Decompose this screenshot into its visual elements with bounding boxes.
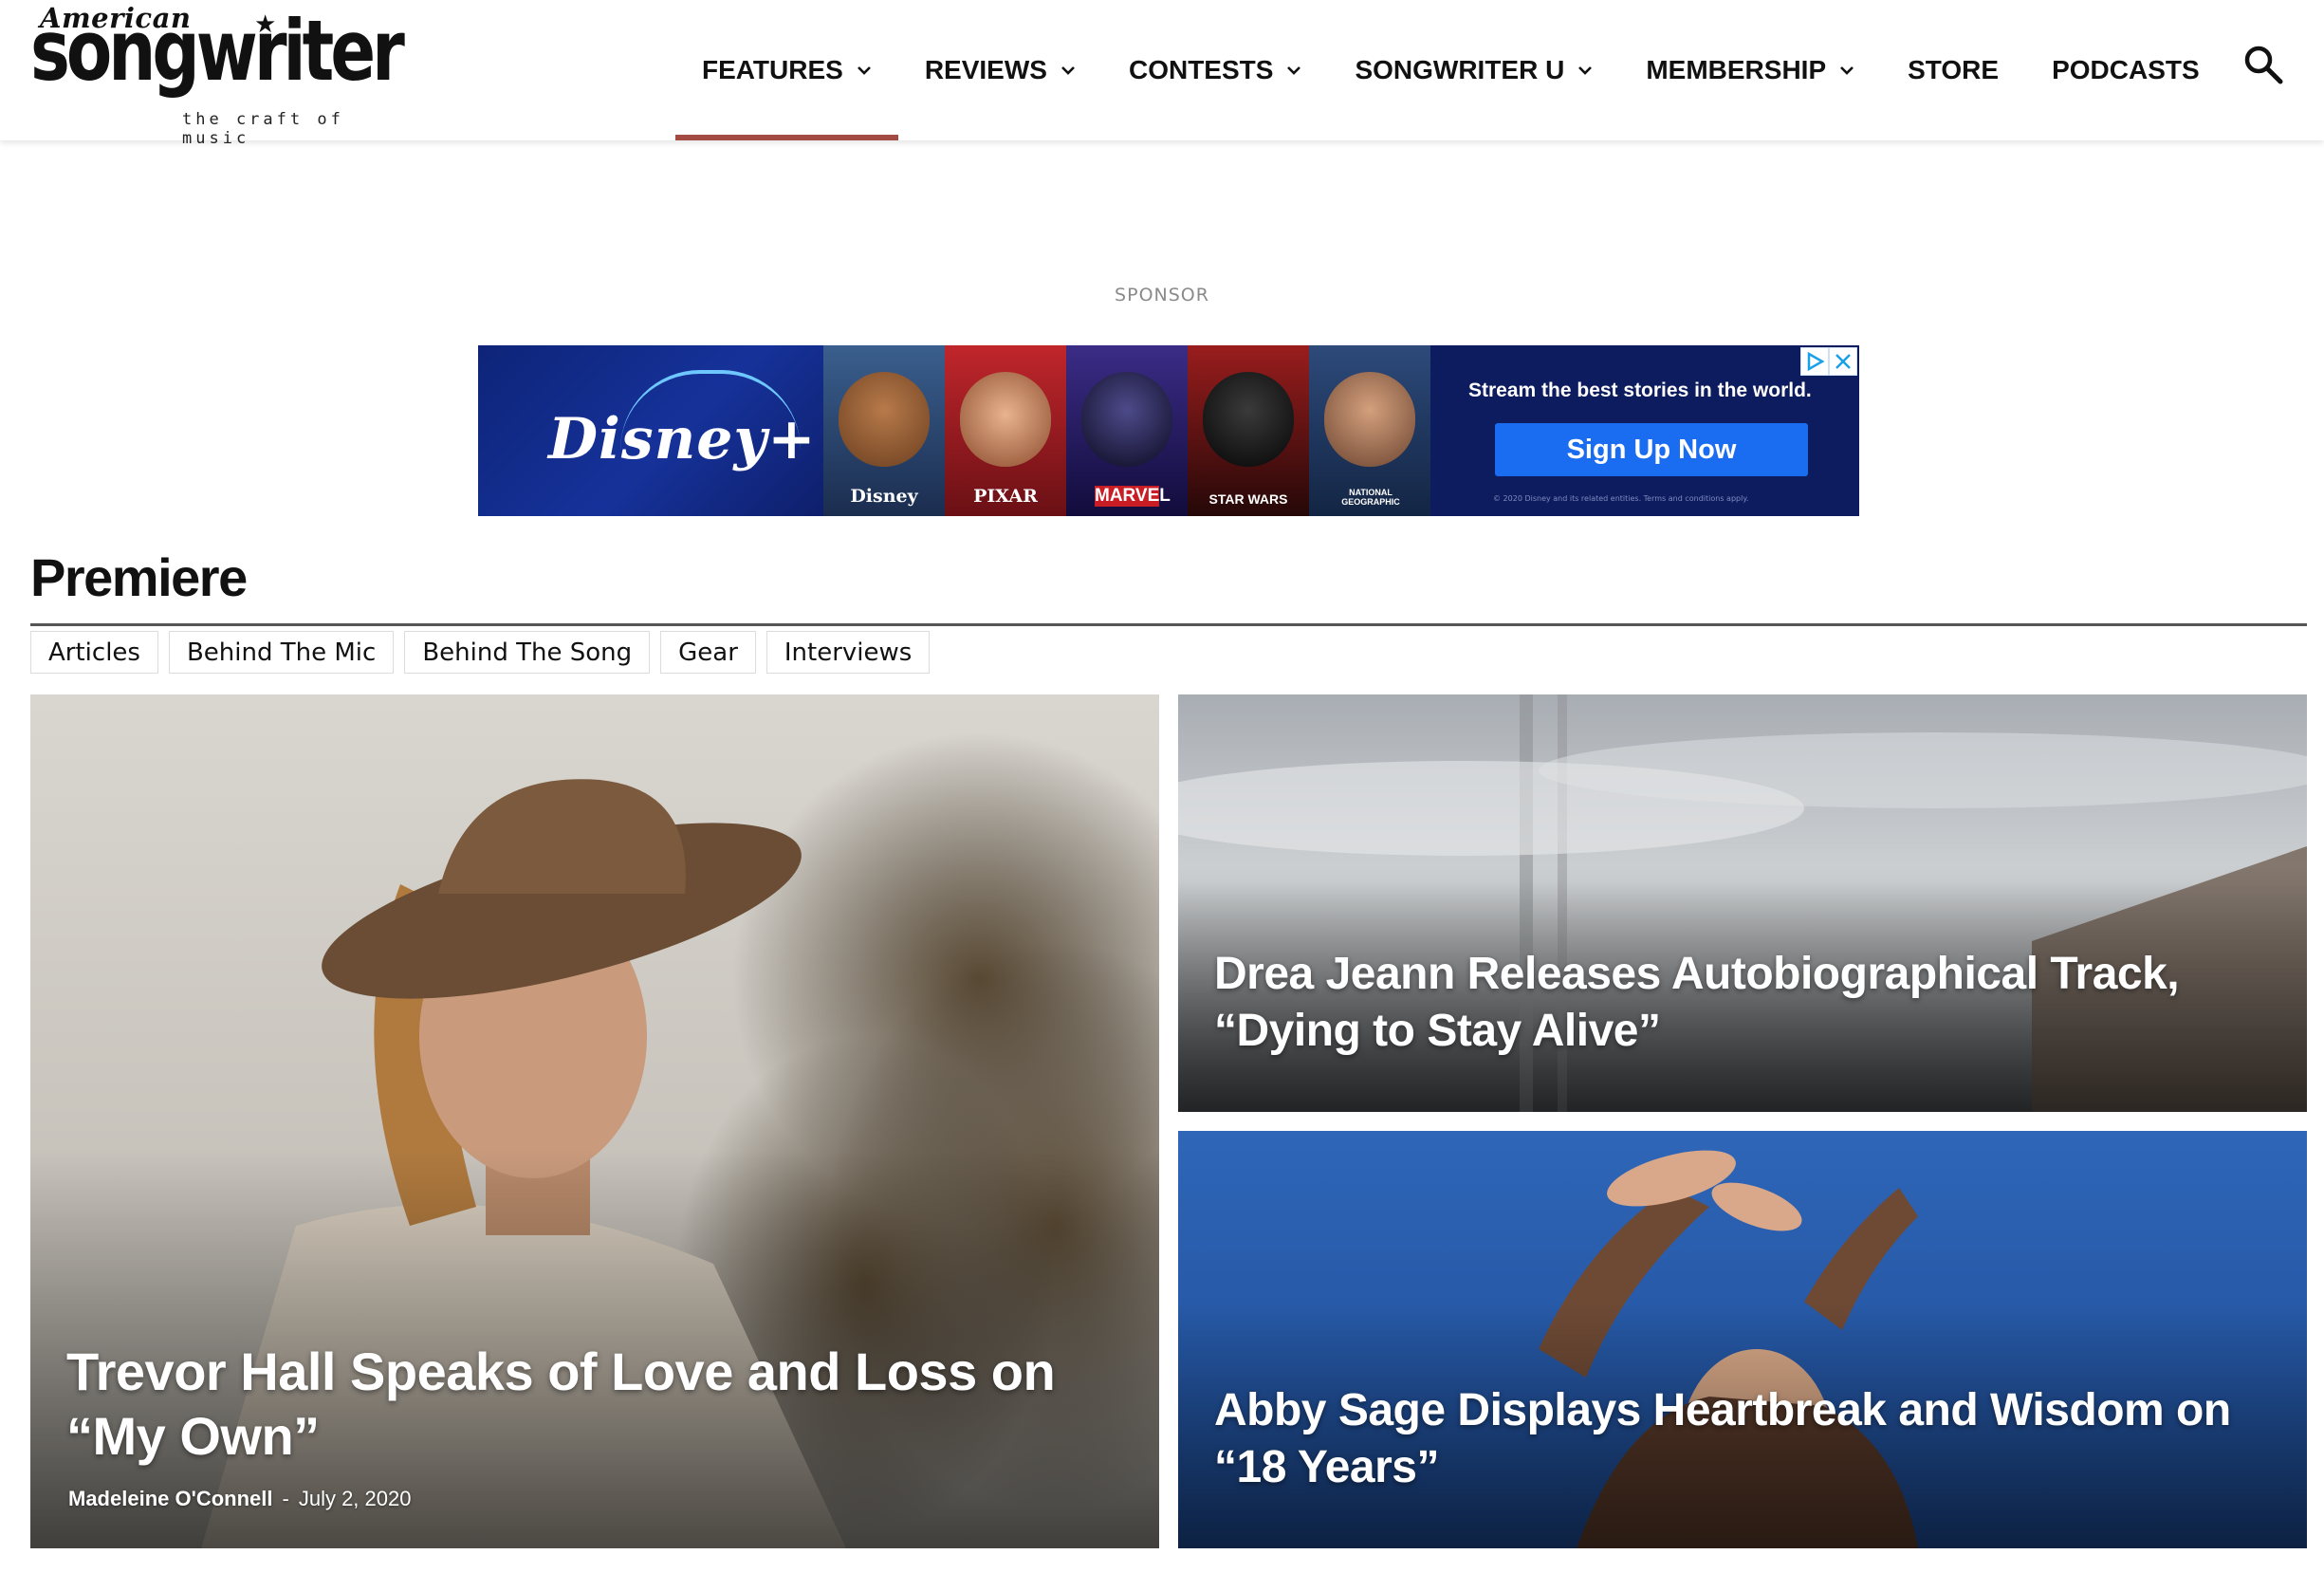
feature-card-main[interactable]: Trevor Hall Speaks of Love and Loss on “… xyxy=(30,694,1159,1548)
nav-label: STORE xyxy=(1908,55,2000,84)
chevron-down-icon xyxy=(1287,66,1301,75)
feature-meta: Madeleine O'Connell - July 2, 2020 xyxy=(68,1487,411,1511)
sponsor-label: SPONSOR xyxy=(1115,285,1209,305)
ad-tile-disney: Disney xyxy=(823,345,945,516)
main-nav: FEATURES REVIEWS CONTESTS SONGWRITER U M… xyxy=(675,0,2226,140)
nav-item-store[interactable]: STORE xyxy=(1881,0,2025,140)
chevron-down-icon xyxy=(1061,66,1075,75)
ad-tagline: Stream the best stories in the world. xyxy=(1468,379,1812,401)
ad-tile-label: Disney xyxy=(850,486,918,507)
ad-tile-label: STAR WARS xyxy=(1208,491,1288,507)
ad-choices-icon[interactable] xyxy=(1800,347,1829,376)
site-logo[interactable]: American songwriter ★ the craft of music xyxy=(30,0,405,148)
ad-character-image xyxy=(839,372,930,467)
feature-title-main[interactable]: Trevor Hall Speaks of Love and Loss on “… xyxy=(66,1340,1102,1469)
tab-gear[interactable]: Gear xyxy=(660,631,756,674)
ad-sign-up-button[interactable]: Sign Up Now xyxy=(1495,423,1808,476)
nav-label: FEATURES xyxy=(702,55,843,84)
site-header: American songwriter ★ the craft of music… xyxy=(0,0,2324,148)
section-divider xyxy=(30,623,2307,626)
ad-character-image xyxy=(1081,372,1172,467)
category-tabs: Articles Behind The Mic Behind The Song … xyxy=(30,631,931,674)
nav-label: REVIEWS xyxy=(924,55,1047,84)
nav-item-podcasts[interactable]: PODCASTS xyxy=(2025,0,2226,140)
post-date: July 2, 2020 xyxy=(298,1487,412,1510)
logo-tagline: the craft of music xyxy=(182,110,344,148)
nav-item-contests[interactable]: CONTESTS xyxy=(1102,0,1328,140)
ad-fine-print: © 2020 Disney and its related entities. … xyxy=(1493,494,1749,503)
ad-brand-logo: Disney+ xyxy=(548,406,817,472)
nav-item-membership[interactable]: MEMBERSHIP xyxy=(1619,0,1881,140)
chevron-down-icon xyxy=(1578,66,1593,75)
logo-star-icon: ★ xyxy=(254,9,277,38)
tab-behind-the-song[interactable]: Behind The Song xyxy=(404,631,651,674)
nav-item-songwriter-u[interactable]: SONGWRITER U xyxy=(1328,0,1619,140)
ad-brand-panel: Disney+ xyxy=(478,345,823,516)
feature-card-side-1[interactable]: Drea Jeann Releases Autobiographical Tra… xyxy=(1178,694,2307,1112)
nav-label: PODCASTS xyxy=(2052,55,2200,84)
feature-card-side-2[interactable]: Abby Sage Displays Heartbreak and Wisdom… xyxy=(1178,1131,2307,1548)
ad-close-icon[interactable] xyxy=(1829,347,1857,376)
ad-tile-label: MARVEL xyxy=(1095,486,1171,507)
ad-tile-national-geographic: NATIONAL GEOGRAPHIC xyxy=(1309,345,1430,516)
ad-tile-label: NATIONAL GEOGRAPHIC xyxy=(1341,488,1400,507)
feature-title-side-2[interactable]: Abby Sage Displays Heartbreak and Wisdom… xyxy=(1214,1382,2250,1496)
ad-tile-label: PIXAR xyxy=(973,486,1038,507)
nav-item-features[interactable]: FEATURES xyxy=(675,0,898,140)
meta-separator: - xyxy=(282,1487,289,1510)
nav-label: CONTESTS xyxy=(1128,55,1274,84)
logo-songwriter-text: songwriter xyxy=(30,2,405,100)
ad-character-image xyxy=(960,372,1051,467)
section-title: Premiere xyxy=(30,547,248,607)
ad-character-image xyxy=(1324,372,1415,467)
tab-articles[interactable]: Articles xyxy=(30,631,158,674)
ad-tile-marvel: MARVEL xyxy=(1066,345,1188,516)
author-name[interactable]: Madeleine O'Connell xyxy=(68,1487,273,1510)
ad-tile-star-wars: STAR WARS xyxy=(1188,345,1309,516)
chevron-down-icon xyxy=(857,66,871,75)
search-icon[interactable] xyxy=(2241,42,2286,87)
tab-interviews[interactable]: Interviews xyxy=(765,631,931,674)
ad-cta-panel: Stream the best stories in the world. Si… xyxy=(1430,345,1859,516)
chevron-down-icon xyxy=(1840,66,1854,75)
nav-item-reviews[interactable]: REVIEWS xyxy=(898,0,1102,140)
feature-title-side-1[interactable]: Drea Jeann Releases Autobiographical Tra… xyxy=(1214,946,2250,1060)
nav-label: SONGWRITER U xyxy=(1355,55,1565,84)
sponsor-ad-banner[interactable]: Disney+ Disney PIXAR MARVEL STAR WARS NA… xyxy=(478,345,1859,516)
nav-label: MEMBERSHIP xyxy=(1646,55,1827,84)
ad-tile-pixar: PIXAR xyxy=(945,345,1066,516)
tab-behind-the-mic[interactable]: Behind The Mic xyxy=(168,631,395,674)
ad-character-image xyxy=(1203,372,1294,467)
